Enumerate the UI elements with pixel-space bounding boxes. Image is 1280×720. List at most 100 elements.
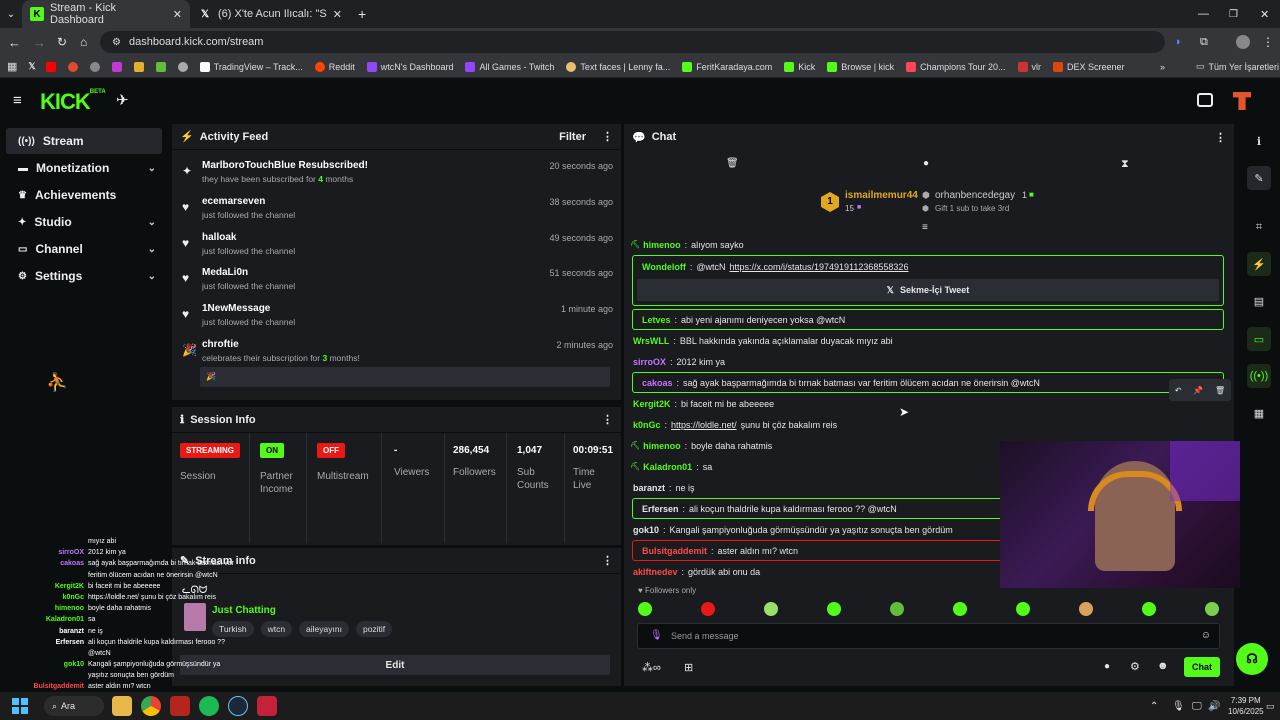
lightning-icon[interactable]: ⚡ [1247, 252, 1271, 276]
obs-icon[interactable] [1197, 93, 1213, 107]
feed-item[interactable]: 🎉 chroftie celebrates their subscription f… [172, 335, 621, 371]
layout-icon[interactable]: ▦ [1247, 401, 1271, 425]
x-bookmark-icon[interactable]: 𝕏 [24, 61, 39, 72]
delete-icon[interactable]: 🗑 [1215, 386, 1225, 395]
app-red-icon[interactable] [257, 696, 277, 716]
sidebar-item-achievements[interactable]: ♛ Achievements [6, 182, 162, 208]
chat-icon[interactable]: ▭ [1247, 327, 1271, 351]
tab-menu-icon[interactable]: ⌄ [0, 9, 22, 20]
extension-icon[interactable]: ◗ [1175, 36, 1182, 48]
more-options-icon[interactable]: ⋮ [1215, 131, 1226, 144]
chat-username[interactable]: k0nGc [633, 420, 661, 430]
bookmark-tradingview[interactable]: TradingView – Track... [194, 61, 309, 72]
minimize-icon[interactable]: — [1198, 8, 1209, 20]
chat-username[interactable]: akiftnedev [633, 567, 678, 577]
reload-icon[interactable]: ↻ [57, 35, 67, 49]
emote-icon[interactable] [827, 602, 841, 616]
home-icon[interactable]: ⌂ [80, 35, 87, 49]
more-options-icon[interactable]: ⋮ [602, 554, 613, 567]
bookmark-icon[interactable] [84, 61, 106, 72]
close-icon[interactable]: ✕ [333, 8, 342, 21]
emote-icon[interactable] [764, 602, 778, 616]
chat-username[interactable]: WrsWLL [633, 336, 669, 346]
chat-message[interactable]: ⛏ himenoo: alıyom sayko [624, 234, 1234, 255]
chat-username[interactable]: Bulsitgaddemit [642, 546, 707, 556]
all-bookmarks[interactable]: ▭ Tüm Yer İşaretleri [1190, 61, 1280, 72]
url-input[interactable]: ⚙ dashboard.kick.com/stream [100, 31, 1165, 53]
sidebar-item-stream[interactable]: ((•)) Stream [6, 128, 162, 154]
extensions-puzzle-icon[interactable]: ⧉ [1200, 36, 1208, 49]
emote-icon[interactable] [890, 602, 904, 616]
tag-chip[interactable]: wtcn [260, 621, 293, 637]
browser-menu-icon[interactable]: ⋮ [1262, 35, 1274, 49]
chat-message[interactable]: cakoas: sağ ayak başparmağımda bi tırnak … [632, 372, 1224, 393]
chat-username[interactable]: Wondeloff [642, 262, 686, 272]
feed-item[interactable]: ♥ halloak just followed the channel 49 seco… [172, 228, 621, 264]
notification-icon[interactable]: ▭ [1266, 701, 1275, 712]
chat-message[interactable]: WrsWLL: BBL hakkında yakında açıklamalar … [624, 330, 1234, 351]
bookmark-ferit[interactable]: FeritKaradaya.com [676, 61, 778, 72]
site-info-icon[interactable]: ⚙ [112, 37, 121, 48]
sidebar-item-settings[interactable]: ⚙ Settings ⌄ [6, 263, 162, 289]
bookmark-kick[interactable]: Kick [778, 61, 821, 72]
kick-logo[interactable]: KICKBETA [40, 89, 106, 115]
chat-username[interactable]: Letves [642, 315, 671, 325]
chrome-icon[interactable] [141, 696, 161, 716]
chat-send-button[interactable]: Chat [1184, 657, 1220, 677]
chat-message[interactable]: sirroOX:2012 kim ya [624, 351, 1234, 372]
bookmark-icon[interactable] [128, 61, 150, 72]
tab-x[interactable]: 𝕏 (6) X'te Acun Ilıcalı: "Survivor 20 ✕ [190, 0, 350, 28]
forward-icon[interactable]: → [33, 35, 46, 50]
edit-button[interactable]: Edit [180, 655, 610, 675]
chat-username[interactable]: baranzt [633, 483, 665, 493]
hourglass-icon[interactable]: ⧗ [1121, 158, 1129, 171]
bookmark-icon[interactable] [62, 61, 84, 72]
bookmark-vlr[interactable]: vlr [1012, 61, 1048, 72]
sidebar-item-monetization[interactable]: ▬ Monetization ⌄ [6, 155, 162, 181]
store-icon[interactable]: ⊞ [684, 661, 693, 674]
info-icon[interactable]: ℹ [1247, 129, 1271, 153]
bookmark-lenny[interactable]: Text faces | Lenny fa... [560, 61, 676, 72]
bookmark-icon[interactable] [106, 61, 128, 72]
tag-chip[interactable]: aileyayını [299, 621, 349, 637]
bookmark-reddit[interactable]: Reddit [309, 61, 361, 72]
chat-username[interactable]: gok10 [633, 525, 659, 535]
chat-message[interactable]: Letves: abi yeni ajanımı deniyecen yoksa … [632, 309, 1224, 330]
youtube-icon[interactable] [40, 61, 62, 72]
tweet-button[interactable]: 𝕏 Sekme-İçi Tweet [637, 279, 1219, 301]
chat-username[interactable]: cakoas [642, 378, 673, 388]
more-bookmarks-icon[interactable]: » [1160, 62, 1165, 72]
pin-icon[interactable]: 📌 [1193, 386, 1203, 395]
feed-item[interactable]: ✦ MarlboroTouchBlue Resubscribed! they hav… [172, 156, 621, 192]
tab-kick-dashboard[interactable]: K Stream - Kick Dashboard ✕ [22, 0, 190, 28]
app-icon[interactable] [170, 696, 190, 716]
document-icon[interactable]: ▤ [1247, 289, 1271, 313]
chat-username[interactable]: sirroOX [633, 357, 666, 367]
bookmark-icon[interactable] [150, 61, 172, 72]
windows-start-icon[interactable] [12, 698, 28, 714]
steam-icon[interactable] [228, 696, 248, 716]
support-button[interactable]: ☊ [1236, 643, 1268, 675]
clock[interactable]: 7:39 PM 10/6/2025 [1228, 695, 1264, 717]
file-explorer-icon[interactable] [112, 696, 132, 716]
chat-link[interactable]: https://x.com/i/status/19749191123685583… [729, 262, 908, 272]
chat-username[interactable]: Erfersen [642, 504, 679, 514]
bookmark-browse-kick[interactable]: Browse | kick [821, 61, 900, 72]
trash-icon[interactable]: 🗑 [726, 158, 739, 169]
leader-name[interactable]: ismailmemur44 [845, 190, 918, 201]
filter-button[interactable]: Filter [559, 131, 586, 143]
emote-icon[interactable] [638, 602, 652, 616]
feed-item[interactable]: ♥ 1NewMessage just followed the channel 1 m… [172, 299, 621, 335]
back-icon[interactable]: ← [8, 35, 21, 50]
chat-username[interactable]: himenoo [643, 240, 681, 250]
tag-chip[interactable]: pozitif [355, 621, 393, 637]
spotify-icon[interactable] [199, 696, 219, 716]
sidebar-item-studio[interactable]: ✦ Studio ⌄ [6, 209, 162, 235]
volume-icon[interactable]: 🔊 [1208, 701, 1220, 712]
feed-item[interactable]: ♥ MedaLi0n just followed the channel 51 sec… [172, 263, 621, 299]
network-icon[interactable]: 🖵 [1192, 701, 1202, 712]
edit-icon[interactable]: ✎ [1247, 166, 1271, 190]
hamburger-menu-icon[interactable]: ≡ [13, 92, 22, 109]
chat-username[interactable]: Kergit2K [633, 399, 671, 409]
microphone-icon[interactable]: 🎙 [650, 630, 663, 641]
